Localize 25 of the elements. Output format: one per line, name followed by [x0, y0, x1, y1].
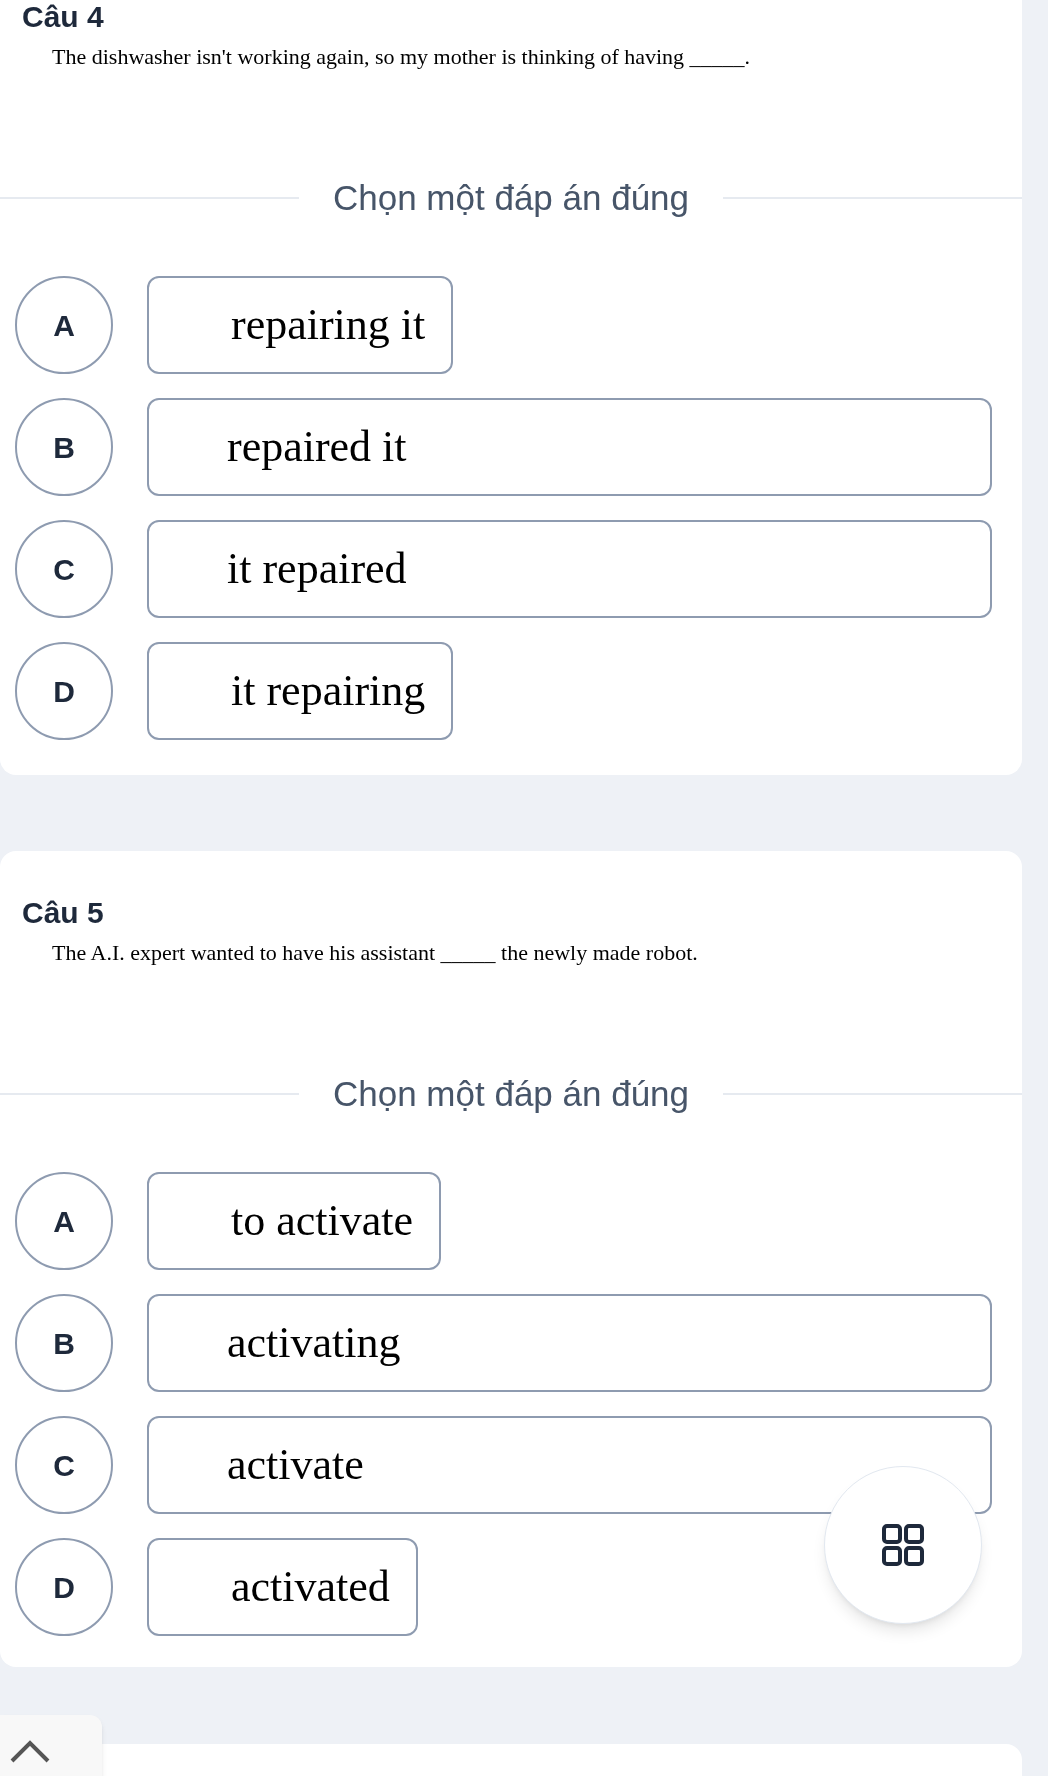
- answer-option[interactable]: activate: [147, 1416, 992, 1514]
- option-letter[interactable]: C: [15, 520, 113, 618]
- question-text: The A.I. expert wanted to have his assistant _____ the newly made robot.: [51, 939, 699, 967]
- answer-option[interactable]: to activate: [147, 1172, 441, 1270]
- option-letter[interactable]: D: [15, 1538, 113, 1636]
- answer-option[interactable]: repaired it: [147, 398, 992, 496]
- answer-option[interactable]: repairing it: [147, 276, 454, 374]
- question-text: The dishwasher isn't working again, so my mother is thinking of having _____.: [51, 43, 752, 71]
- option-letter[interactable]: C: [15, 1416, 113, 1514]
- scroll-top-button[interactable]: [0, 1715, 102, 1776]
- answer-option[interactable]: activated: [147, 1538, 418, 1636]
- question-title: Câu 5: [21, 896, 105, 930]
- chevron-up-icon: [10, 1739, 50, 1763]
- answer-prompt: Chọn một đáp án đúng: [331, 177, 691, 219]
- option-letter[interactable]: A: [15, 1172, 113, 1270]
- answer-option[interactable]: it repaired: [147, 520, 992, 618]
- question-title: Câu 4: [21, 0, 105, 34]
- answer-option[interactable]: activating: [147, 1294, 992, 1392]
- option-letter[interactable]: A: [15, 276, 113, 374]
- answer-prompt: Chọn một đáp án đúng: [331, 1073, 691, 1115]
- grid-icon: [882, 1524, 924, 1566]
- option-letter[interactable]: D: [15, 642, 113, 740]
- answer-option[interactable]: it repairing: [147, 642, 454, 740]
- option-letter[interactable]: B: [15, 1294, 113, 1392]
- option-letter[interactable]: B: [15, 398, 113, 496]
